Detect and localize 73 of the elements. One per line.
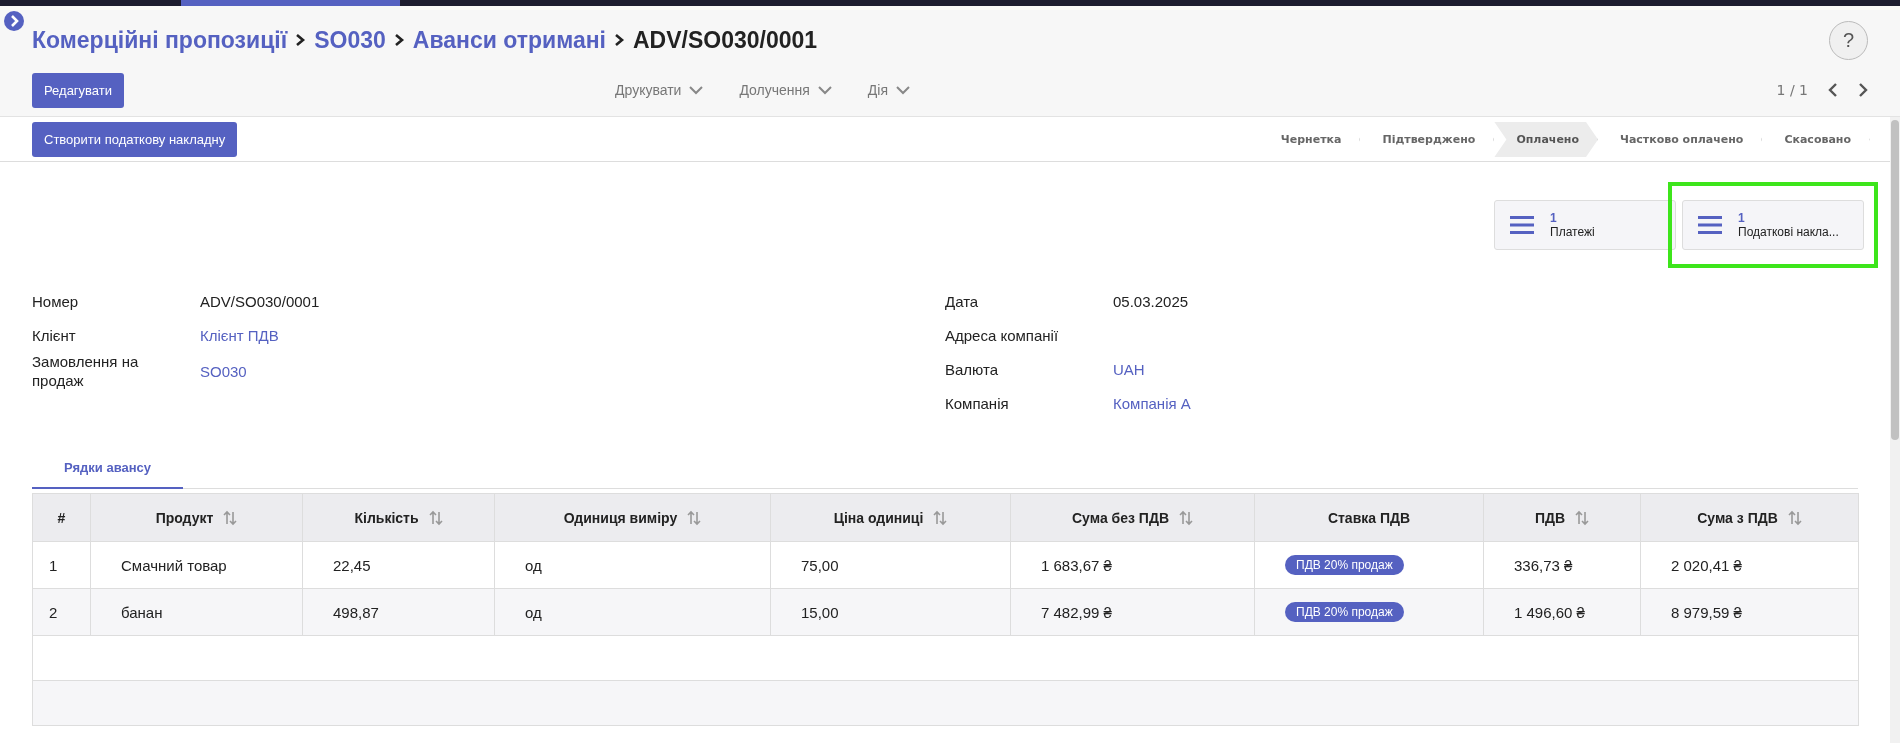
status-step[interactable]: Оплачено: [1494, 122, 1598, 157]
sort-icon[interactable]: [223, 509, 238, 526]
column-header[interactable]: #: [32, 493, 91, 542]
tax-tag: ПДВ 20% продаж: [1285, 602, 1404, 622]
column-header[interactable]: Одиниця виміру: [494, 493, 771, 542]
create-tax-invoice-button[interactable]: Створити податкову накладну: [32, 122, 238, 157]
table-cell: 1 683,67 ₴: [1041, 556, 1112, 574]
field-label: Валюта: [945, 359, 1000, 379]
sort-icon[interactable]: [687, 509, 702, 526]
field-value[interactable]: UAH: [1113, 360, 1858, 378]
table-cell: 2: [49, 603, 58, 621]
chevron-right-icon: [613, 33, 625, 47]
dropdown-menu[interactable]: Долучення: [733, 81, 838, 99]
table-cell: од: [525, 603, 542, 621]
breadcrumb: ADV/SO030/0001: [632, 26, 818, 54]
field-value[interactable]: Компанія А: [1113, 394, 1858, 412]
column-header[interactable]: Сума з ПДВ: [1640, 493, 1859, 542]
column-header[interactable]: Ціна одиниці: [770, 493, 1011, 542]
table-cell: 75,00: [801, 556, 839, 574]
breadcrumb[interactable]: SO030: [314, 26, 386, 54]
field-value: ADV/SO030/0001: [200, 292, 321, 310]
table-cell: 7 482,99 ₴: [1041, 603, 1112, 621]
table-cell: банан: [121, 603, 163, 621]
breadcrumb[interactable]: Комерційні пропозиції: [32, 26, 288, 54]
caret-icon: [817, 85, 832, 95]
list-icon: [1510, 216, 1534, 234]
field-value: 05.03.2025: [1113, 292, 1190, 310]
previous-icon[interactable]: [1828, 83, 1838, 97]
sort-icon[interactable]: [1787, 509, 1802, 526]
sort-icon[interactable]: [1575, 509, 1590, 526]
column-header[interactable]: Сума без ПДВ: [1010, 493, 1255, 542]
chevron-right-icon: [393, 33, 405, 47]
column-header[interactable]: Кількість: [302, 493, 495, 542]
field-label: Номер: [32, 291, 80, 311]
caret-icon: [689, 85, 704, 95]
table-cell: 336,73 ₴: [1514, 556, 1573, 574]
next-icon[interactable]: [1858, 83, 1868, 97]
dropdown-menu[interactable]: Дія: [861, 81, 917, 99]
table-cell: Смачний товар: [121, 556, 227, 574]
caret-icon: [896, 85, 911, 95]
column-header[interactable]: ПДВ: [1483, 493, 1641, 542]
field-label: Дата: [945, 291, 980, 311]
field-value[interactable]: SO030: [200, 362, 945, 380]
column-header[interactable]: Ставка ПДВ: [1254, 493, 1484, 542]
smart-button[interactable]: 1 Платежі: [1494, 200, 1676, 250]
tax-tag: ПДВ 20% продаж: [1285, 555, 1404, 575]
chevron-right-icon: [295, 33, 307, 47]
sort-icon[interactable]: [933, 509, 948, 526]
pager-counter: 1 / 1: [1776, 82, 1808, 98]
table-cell: 2 020,41 ₴: [1671, 556, 1742, 574]
table-cell: од: [525, 556, 542, 574]
sort-icon[interactable]: [1179, 509, 1193, 526]
table-cell: 22,45: [333, 556, 371, 574]
help-button[interactable]: ?: [1829, 20, 1868, 60]
table-cell: 1 496,60 ₴: [1514, 603, 1585, 621]
field-value[interactable]: Клієнт ПДВ: [200, 326, 945, 344]
field-label: Замовлення на продаж: [32, 352, 140, 390]
table-cell: 15,00: [801, 603, 839, 621]
smart-button[interactable]: 1 Податкові накла...: [1682, 200, 1864, 250]
tab[interactable]: Рядки авансу: [32, 450, 184, 489]
edit-button[interactable]: Редагувати: [32, 72, 125, 108]
field-label: Компанія: [945, 393, 1010, 413]
sort-icon[interactable]: [428, 509, 443, 526]
scrollbar[interactable]: [1890, 117, 1900, 743]
column-header[interactable]: Продукт: [90, 493, 303, 542]
table-cell: 498,87: [333, 603, 379, 621]
table-cell: 1: [49, 556, 58, 574]
list-icon: [1698, 216, 1722, 234]
dropdown-menu[interactable]: Друкувати: [609, 81, 710, 99]
field-label: Клієнт: [32, 325, 77, 345]
table-cell: 8 979,59 ₴: [1671, 603, 1742, 621]
breadcrumb[interactable]: Аванси отримані: [412, 26, 606, 54]
field-label: Адреса компанії: [945, 325, 1060, 345]
